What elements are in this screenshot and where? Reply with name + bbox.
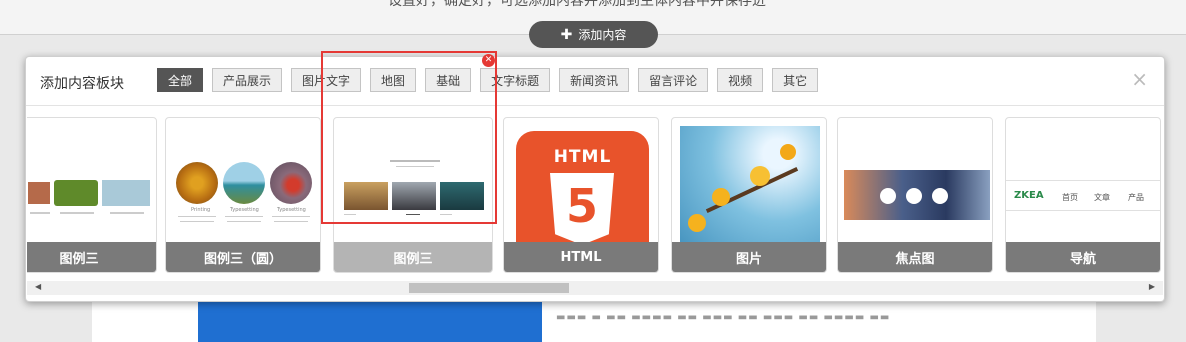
thumb-text-line — [406, 214, 420, 215]
thumb-image — [344, 182, 388, 210]
thumb-text-line — [110, 212, 144, 214]
widget-card-label: 图例三 — [334, 242, 492, 272]
add-content-panel: 添加内容板块 全部 产品展示 图片文字 地图 基础 文字标题 新闻资讯 留言评论… — [25, 56, 1165, 302]
thumb-caption: Typesetting — [230, 207, 259, 213]
thumb-image — [392, 182, 436, 210]
thumb-text-line — [396, 166, 434, 167]
panel-divider — [26, 105, 1164, 106]
plus-icon: ✚ — [560, 26, 573, 43]
thumb-text-line — [178, 216, 216, 217]
thumb-nav-item: 产品 — [1128, 193, 1144, 202]
widget-card-label: 图例三 — [27, 242, 156, 272]
thumb-flower — [780, 144, 796, 160]
tab-map[interactable]: 地图 — [370, 68, 417, 92]
category-tabs: 全部 产品展示 图片文字 地图 基础 文字标题 新闻资讯 留言评论 视频 其它 — [157, 68, 819, 92]
tab-all[interactable]: 全部 — [157, 68, 204, 92]
tab-basic[interactable]: 基础 — [425, 68, 472, 92]
widget-card-label: 图片 — [672, 242, 826, 272]
thumb-circle-image — [223, 162, 265, 204]
tab-news[interactable]: 新闻资讯 — [559, 68, 630, 92]
shield-icon: 5 — [550, 173, 614, 245]
thumb-text-line — [440, 214, 452, 215]
thumb-text-line — [227, 221, 261, 222]
thumb-flower — [712, 188, 730, 206]
tab-video[interactable]: 视频 — [717, 68, 764, 92]
background-top-text: 设置好，确定好，可选添加内容并添加到主体内容中并保存进 — [388, 0, 766, 9]
widget-card[interactable]: 焦点图 — [837, 117, 993, 273]
responsive-icon — [932, 188, 948, 204]
widget-card[interactable]: ZKEA 首页 文章 产品 导航 — [1005, 117, 1161, 273]
thumb-circle-image — [270, 162, 312, 204]
scroll-left-icon[interactable]: ◀ — [35, 282, 41, 291]
add-content-button[interactable]: ✚ 添加内容 — [529, 21, 658, 48]
tab-products[interactable]: 产品展示 — [212, 68, 283, 92]
thumb-image — [440, 182, 484, 210]
html5-number: 5 — [565, 179, 598, 233]
devices-icon — [906, 188, 922, 204]
thumb-nav-item: 文章 — [1094, 193, 1110, 202]
widget-card-label: 焦点图 — [838, 242, 992, 272]
html5-badge-text: HTML — [553, 147, 612, 167]
add-content-label: 添加内容 — [578, 28, 627, 42]
panel-title: 添加内容板块 — [40, 76, 124, 92]
thumb-flower — [688, 214, 706, 232]
thumb-divider — [1006, 210, 1160, 211]
thumb-text-line — [225, 216, 263, 217]
delete-icon[interactable]: ✕ — [482, 54, 495, 67]
thumb-text-line — [60, 212, 94, 214]
scrollbar-thumb[interactable] — [409, 283, 569, 293]
widget-card-label: 导航 — [1006, 242, 1160, 272]
thumb-text-line — [274, 221, 308, 222]
tab-comments[interactable]: 留言评论 — [638, 68, 709, 92]
thumb-image — [102, 180, 150, 206]
widget-card[interactable]: Printing Typesetting Typesetting 图例三（圆） — [165, 117, 321, 273]
tab-image-text[interactable]: 图片文字 — [291, 68, 362, 92]
scroll-right-icon[interactable]: ▶ — [1149, 282, 1155, 291]
thumb-caption: Printing — [191, 207, 211, 213]
thumb-image — [54, 180, 98, 206]
thumb-text-line — [272, 216, 310, 217]
thumb-circle-image — [176, 162, 218, 204]
thumb-text-line — [180, 221, 214, 222]
widget-strip: 图例三 Printing Typesetting Typesetting 图例三… — [27, 115, 1161, 277]
widget-card-label: 图例三（圆） — [166, 242, 320, 272]
widget-card[interactable]: 图片 — [671, 117, 827, 273]
widget-card-selected[interactable]: 图例三 — [333, 117, 493, 273]
background-blue-image — [198, 300, 542, 342]
close-icon[interactable]: × — [1131, 67, 1148, 91]
tab-other[interactable]: 其它 — [772, 68, 819, 92]
tab-text-title[interactable]: 文字标题 — [480, 68, 551, 92]
thumb-caption: Typesetting — [277, 207, 306, 213]
widget-card[interactable]: 图例三 — [27, 117, 157, 273]
thumb-flower — [750, 166, 770, 186]
thumb-logo: ZKEA — [1014, 190, 1044, 201]
horizontal-scrollbar[interactable]: ◀ ▶ — [27, 281, 1163, 295]
widget-card-label: HTML — [504, 242, 658, 272]
thumb-image — [28, 182, 50, 204]
monitor-icon — [880, 188, 896, 204]
background-text: ▬▬▬ ▬ ▬▬ ▬▬▬▬ ▬▬ ▬▬▬ ▬▬ ▬▬▬ ▬▬ ▬▬▬▬ ▬▬ — [556, 312, 891, 323]
widget-card[interactable]: HTML 5 HTML — [503, 117, 659, 273]
thumb-text-line — [30, 212, 50, 214]
thumb-divider — [1006, 180, 1160, 181]
thumb-title-line — [390, 160, 440, 162]
thumb-text-line — [344, 214, 356, 215]
thumb-nav-item: 首页 — [1062, 193, 1078, 202]
